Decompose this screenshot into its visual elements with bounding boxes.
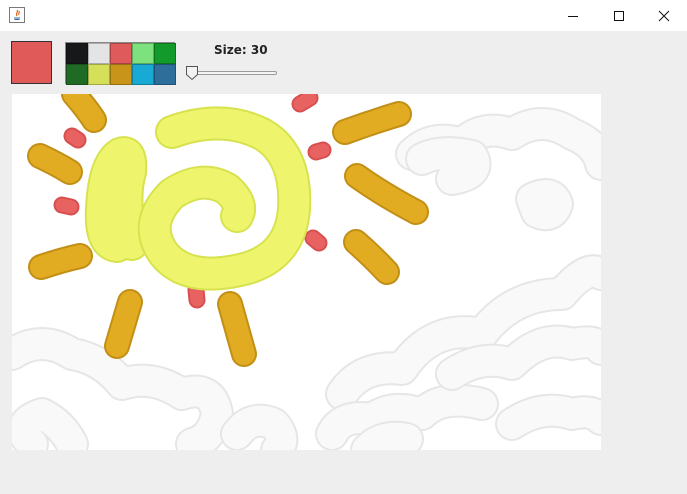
- cloud-stroke-6: [222, 405, 297, 450]
- drawing-canvas[interactable]: [12, 94, 601, 450]
- sun-ray-5: [219, 293, 255, 365]
- minimize-button[interactable]: [550, 0, 596, 31]
- close-button[interactable]: [641, 0, 687, 31]
- sun-ray-2: [29, 145, 81, 183]
- minimize-icon: [568, 15, 578, 17]
- palette-swatch-gold[interactable]: [110, 64, 132, 85]
- red-dot-3: [55, 198, 78, 214]
- canvas-drawing: [12, 94, 601, 450]
- palette-swatch-cyan[interactable]: [132, 64, 154, 85]
- maximize-icon: [614, 10, 624, 21]
- red-dot-4: [309, 143, 330, 159]
- palette-swatch-light-gray[interactable]: [88, 43, 110, 64]
- palette-swatch-red[interactable]: [110, 43, 132, 64]
- cloud-stroke-2: [407, 138, 490, 194]
- java-icon: [9, 7, 25, 23]
- sun-stroke: [84, 106, 312, 291]
- cloud-stroke-3: [517, 180, 572, 230]
- sun-left-arc: [86, 138, 147, 261]
- sun-ray-4: [106, 291, 141, 357]
- brush-size-slider[interactable]: [184, 63, 280, 81]
- brush-size-label: Size: 30: [214, 43, 268, 57]
- current-color-swatch: [11, 41, 52, 84]
- red-dot-5: [306, 231, 326, 250]
- close-icon: [658, 10, 670, 21]
- maximize-button[interactable]: [596, 0, 642, 31]
- palette-swatch-yellow[interactable]: [88, 64, 110, 85]
- title-bar: [0, 0, 687, 31]
- palette-swatch-dark-green[interactable]: [66, 64, 88, 85]
- cloud-stroke-10: [497, 395, 601, 439]
- cloud-stroke-11: [352, 422, 422, 450]
- color-palette: [65, 42, 176, 85]
- sun-ray-3: [30, 245, 91, 278]
- slider-track: [188, 71, 277, 75]
- red-dot-2: [65, 129, 85, 147]
- slider-thumb[interactable]: [185, 65, 199, 81]
- palette-swatch-light-green[interactable]: [132, 43, 154, 64]
- palette-swatch-black[interactable]: [66, 43, 88, 64]
- red-dot-6: [189, 283, 204, 307]
- palette-swatch-green[interactable]: [154, 43, 176, 64]
- palette-swatch-blue[interactable]: [154, 64, 176, 85]
- sun-ray-6: [345, 231, 398, 283]
- sun-spiral: [139, 108, 310, 289]
- red-dot-1: [293, 94, 317, 111]
